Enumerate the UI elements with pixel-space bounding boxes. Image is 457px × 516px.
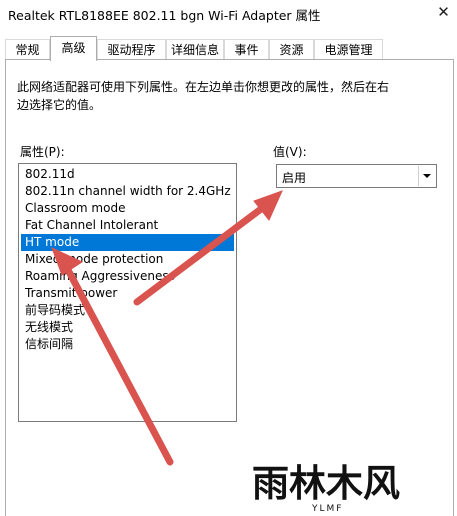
close-icon[interactable]: ✕ <box>430 0 457 26</box>
property-item-mixed-mode[interactable]: Mixed mode protection <box>21 251 234 268</box>
tab-general[interactable]: 常规 <box>5 39 50 59</box>
tab-power-management[interactable]: 电源管理 <box>314 39 383 59</box>
property-label: 属性(P): <box>20 145 65 159</box>
property-item-fat-channel[interactable]: Fat Channel Intolerant <box>21 217 234 234</box>
tab-events[interactable]: 事件 <box>224 39 269 59</box>
value-label: 值(V): <box>273 145 307 159</box>
tab-details[interactable]: 详细信息 <box>166 39 224 59</box>
property-item-roaming[interactable]: Roaming Aggressiveness <box>21 268 234 285</box>
dropdown-button[interactable] <box>418 166 435 186</box>
watermark-logo: 雨林木风 YLMF <box>252 462 400 514</box>
property-item-802-11d[interactable]: 802.11d <box>21 166 234 183</box>
property-listbox[interactable]: 802.11d 802.11n channel width for 2.4GHz… <box>18 163 237 422</box>
property-item-wireless-mode[interactable]: 无线模式 <box>21 319 234 336</box>
window-title: Realtek RTL8188EE 802.11 bgn Wi-Fi Adapt… <box>8 8 321 23</box>
tab-advanced[interactable]: 高级 <box>50 36 97 61</box>
property-item-beacon-interval[interactable]: 信标间隔 <box>21 336 234 353</box>
tab-driver[interactable]: 驱动程序 <box>97 39 166 59</box>
watermark-text: 雨林木风 <box>252 462 400 505</box>
value-selected: 启用 <box>282 171 307 185</box>
property-item-ht-mode[interactable]: HT mode <box>21 234 234 251</box>
watermark-sub: YLMF <box>311 504 343 514</box>
property-item-preamble[interactable]: 前导码模式 <box>21 302 234 319</box>
chevron-down-icon <box>423 174 431 178</box>
value-dropdown[interactable]: 启用 <box>276 164 437 188</box>
description-line-2: 边选择它的值。 <box>17 98 102 112</box>
tab-strip: 常规 高级 驱动程序 详细信息 事件 资源 电源管理 <box>0 36 457 61</box>
tab-resources[interactable]: 资源 <box>269 39 314 59</box>
property-item-transmit-power[interactable]: Transmit power <box>21 285 234 302</box>
title-bar: Realtek RTL8188EE 802.11 bgn Wi-Fi Adapt… <box>0 0 457 28</box>
property-item-classroom-mode[interactable]: Classroom mode <box>21 200 234 217</box>
property-item-channel-width[interactable]: 802.11n channel width for 2.4GHz <box>21 183 234 200</box>
description-line-1: 此网络适配器可使用下列属性。在左边单击你想更改的属性，然后在右 <box>17 80 390 94</box>
